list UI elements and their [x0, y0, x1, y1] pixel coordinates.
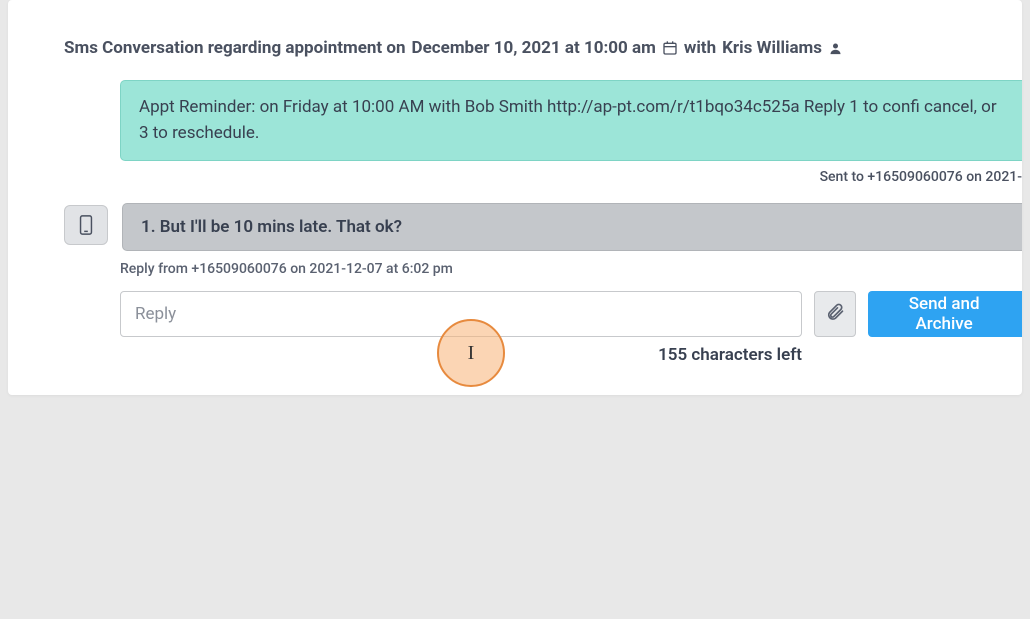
incoming-message-text: 1. But I'll be 10 mins late. That ok?: [141, 217, 402, 237]
incoming-meta: Reply from +16509060076 on 2021-12-07 at…: [120, 251, 1022, 291]
send-and-archive-button[interactable]: Send and Archive: [868, 291, 1022, 337]
calendar-icon: [662, 40, 678, 56]
outgoing-meta: Sent to +16509060076 on 2021-: [8, 161, 1022, 203]
header-date: December 10, 2021 at 10:00 am: [412, 38, 656, 58]
send-button-label: Send and Archive: [909, 294, 980, 334]
outgoing-message-text: Appt Reminder: on Friday at 10:00 AM wit…: [139, 97, 997, 143]
reply-row: Send and Archive: [120, 291, 1022, 337]
character-counter: 155 characters left: [120, 337, 802, 365]
person-icon: [828, 41, 843, 56]
conversation-card: Sms Conversation regarding appointment o…: [8, 0, 1022, 395]
mobile-icon: [64, 205, 108, 245]
reply-input[interactable]: [120, 291, 802, 337]
header-prefix: Sms Conversation regarding appointment o…: [64, 38, 406, 58]
incoming-message: 1. But I'll be 10 mins late. That ok?: [122, 203, 1022, 251]
header-with: with: [684, 38, 716, 58]
paperclip-icon: [825, 302, 845, 326]
incoming-row: 1. But I'll be 10 mins late. That ok?: [64, 203, 1022, 251]
conversation-header: Sms Conversation regarding appointment o…: [8, 0, 1022, 80]
header-person: Kris Williams: [722, 38, 822, 58]
attachment-button[interactable]: [814, 291, 856, 337]
outgoing-message: Appt Reminder: on Friday at 10:00 AM wit…: [120, 80, 1022, 161]
